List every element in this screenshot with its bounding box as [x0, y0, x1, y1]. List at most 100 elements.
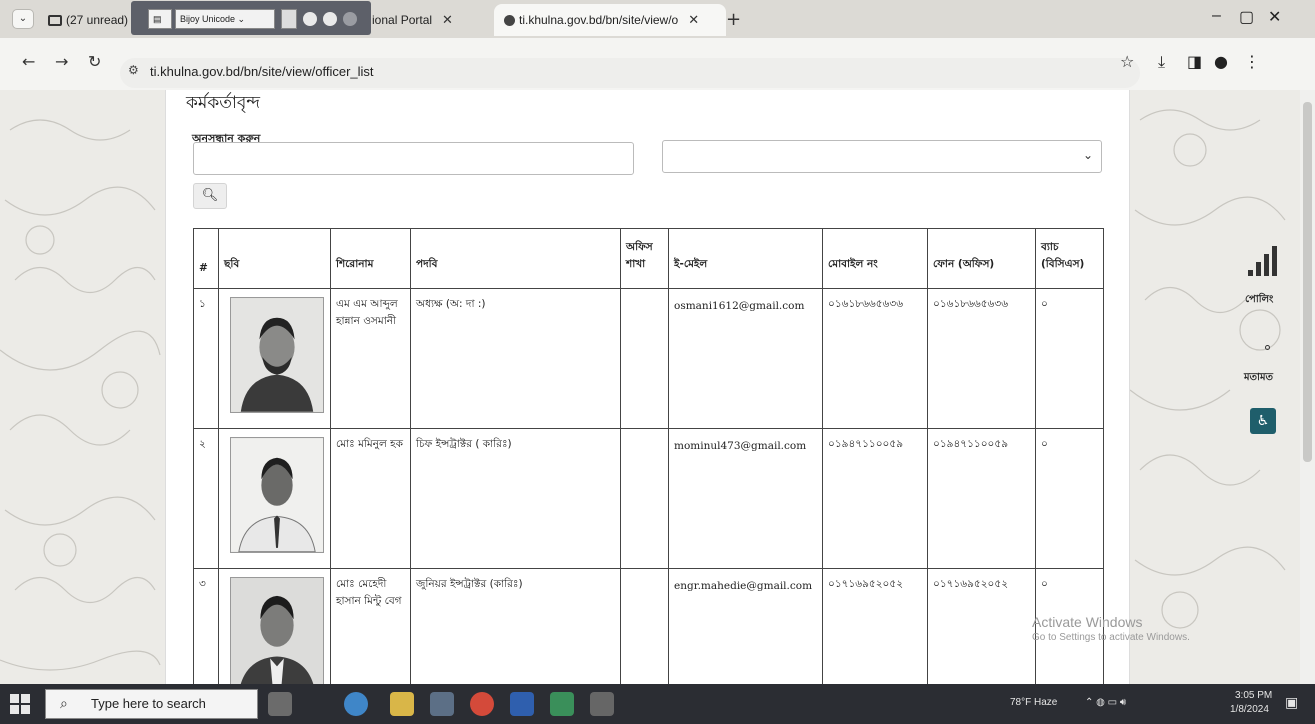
row-branch [620, 288, 669, 429]
info-icon[interactable] [323, 12, 337, 26]
windows-start-icon[interactable] [10, 694, 30, 714]
keyboard-layout-toolbar: ▤ Bijoy Unicode ⌄ [131, 1, 371, 35]
table-row: ২ মোঃ মমিনুল হক চিফ ইন্সট্রাক্টর ( কারিঃ… [193, 428, 1104, 569]
tab-label: ti.khulna.gov.bd/bn/site/view/o [519, 13, 679, 27]
row-batch: ০ [1035, 288, 1104, 429]
header-batch: ব্যাচ (বিসিএস) [1035, 228, 1104, 289]
search-icon: ⌕ [60, 695, 68, 711]
tab-search-icon[interactable]: ⌄ [12, 9, 34, 29]
officer-table: # ছবি শিরোনাম পদবি অফিস শাখা ই-মেইল মোবা… [193, 228, 1104, 684]
chrome-icon[interactable] [470, 692, 494, 716]
keyboard-layout-label: Bijoy Unicode [180, 14, 236, 24]
minimize-window-icon[interactable]: – [1212, 7, 1221, 25]
watermark-title: Activate Windows [1032, 614, 1143, 630]
accessibility-icon[interactable]: ♿︎ [1250, 408, 1276, 434]
edge-browser-icon[interactable] [344, 692, 368, 716]
row-serial: ৩ [193, 568, 219, 684]
site-info-icon[interactable]: ⚙ [128, 63, 139, 77]
maximize-window-icon[interactable]: ▢ [1239, 7, 1254, 27]
row-designation: জুনিয়র ইন্সট্রাক্টর (কারিঃ) [410, 568, 621, 684]
minimize-toolbar-icon[interactable] [281, 9, 297, 29]
poll-signal-icon[interactable] [1248, 244, 1278, 278]
weather-status[interactable]: 78°F Haze [1010, 697, 1057, 708]
clock-time[interactable]: 3:05 PM [1235, 690, 1272, 701]
tab-officer-list[interactable]: ti.khulna.gov.bd/bn/site/view/o ✕ [494, 4, 726, 36]
row-name: মোঃ মেহেদী হাসান মিন্টু বেগ [330, 568, 411, 684]
row-photo-cell [218, 428, 331, 569]
back-icon[interactable]: ← [22, 52, 35, 71]
extra-icon[interactable] [343, 12, 357, 26]
tab-label: (27 unread) [66, 13, 128, 27]
taskbar-search-box[interactable]: ⌕ Type here to search [45, 689, 258, 719]
header-name: শিরোনাম [330, 228, 411, 289]
taskbar-search-placeholder: Type here to search [91, 696, 206, 711]
table-row: ৩ মোঃ মেহেদী হাসান মিন্টু বেগ জুনিয়র ইন… [193, 568, 1104, 684]
main-content: কর্মকর্তাবৃন্দ অনুসন্ধান করুন ⌄ 🔍︎ # ছবি… [165, 90, 1130, 684]
row-phone: ০১৯৪৭১১০০৫৯ [927, 428, 1036, 569]
header-branch: অফিস শাখা [620, 228, 669, 289]
officer-photo [230, 297, 324, 413]
profile-icon[interactable]: ● [1214, 52, 1228, 71]
table-row: ১ এম এম আব্দুল হান্নান ওসমানী অধ্যক্ষ (অ… [193, 288, 1104, 429]
search-input[interactable] [193, 142, 634, 175]
row-email: osmani1612@gmail.com [668, 288, 823, 429]
header-phone: ফোন (অফিস) [927, 228, 1036, 289]
header-photo: ছবি [218, 228, 331, 289]
scrollbar-thumb[interactable] [1303, 102, 1312, 462]
row-email: mominul473@gmail.com [668, 428, 823, 569]
decorative-pattern-right [1130, 109, 1286, 629]
keyboard-layout-select[interactable]: Bijoy Unicode ⌄ [175, 9, 275, 29]
row-mobile: ০১৭১৬৯৫২০৫২ [822, 568, 928, 684]
windows-activation-watermark: Activate Windows Go to Settings to activ… [1032, 614, 1190, 643]
row-serial: ১ [193, 288, 219, 429]
row-designation: অধ্যক্ষ (অ: দা :) [410, 288, 621, 429]
header-serial: # [193, 228, 219, 289]
row-batch: ০ [1035, 428, 1104, 569]
browser-menu-icon[interactable]: ⋮ [1244, 52, 1260, 71]
photos-icon[interactable] [550, 692, 574, 716]
page-scrollbar[interactable] [1300, 90, 1315, 684]
row-branch [620, 428, 669, 569]
search-icon: 🔍︎ [201, 188, 219, 203]
settings-icon[interactable] [303, 12, 317, 26]
officer-photo [230, 577, 324, 684]
reload-icon[interactable]: ↻ [88, 52, 101, 71]
download-icon[interactable]: ⤓ [1158, 52, 1165, 72]
header-email: ই-মেইল [668, 228, 823, 289]
side-panel-icon[interactable]: ◨ [1187, 52, 1202, 71]
notifications-icon[interactable]: ▣ [1285, 694, 1298, 711]
mail-icon [48, 14, 62, 26]
opinion-label[interactable]: মতামত [1244, 370, 1273, 387]
tab-portal[interactable]: ional Portal ✕ [372, 4, 487, 36]
word-icon[interactable] [510, 692, 534, 716]
header-designation: পদবি [410, 228, 621, 289]
app-icon[interactable] [590, 692, 614, 716]
url-field[interactable]: ⚙ ti.khulna.gov.bd/bn/site/view/officer_… [120, 58, 1140, 88]
row-photo-cell [218, 568, 331, 684]
tray-icons[interactable]: ⌃ ◍ ▭ 🔊︎ [1085, 697, 1126, 708]
close-window-icon[interactable]: ✕ [1268, 7, 1281, 27]
file-explorer-icon[interactable] [390, 692, 414, 716]
mail-app-icon[interactable] [430, 692, 454, 716]
filter-select[interactable]: ⌄ [662, 140, 1102, 173]
windows-taskbar: ⌕ Type here to search 78°F Haze ⌃ ◍ ▭ 🔊︎… [0, 684, 1315, 724]
site-favicon-icon [504, 14, 515, 26]
people-icon[interactable] [268, 692, 292, 716]
page-title: কর্মকর্তাবৃন্দ [186, 93, 261, 113]
close-icon[interactable]: ✕ [442, 12, 453, 28]
keyboard-icon[interactable]: ▤ [148, 9, 172, 29]
new-tab-icon[interactable]: + [726, 9, 741, 30]
close-icon[interactable]: ✕ [688, 12, 699, 28]
browser-tab-strip: ⌄ (27 unread) ▤ Bijoy Unicode ⌄ ional Po… [0, 0, 1315, 38]
row-name: মোঃ মমিনুল হক [330, 428, 411, 569]
clock-date[interactable]: 1/8/2024 [1230, 704, 1269, 715]
row-name: এম এম আব্দুল হান্নান ওসমানী [330, 288, 411, 429]
row-email: engr.mahedie@gmail.com [668, 568, 823, 684]
forward-icon[interactable]: → [55, 52, 68, 71]
tab-mail[interactable]: (27 unread) [48, 4, 128, 36]
poll-label[interactable]: পোলিং [1245, 292, 1273, 309]
opinion-icon[interactable] [1265, 345, 1270, 350]
bookmark-star-icon[interactable]: ☆ [1120, 52, 1134, 71]
tab-label: ional Portal [372, 13, 433, 27]
search-button[interactable]: 🔍︎ [193, 183, 227, 209]
